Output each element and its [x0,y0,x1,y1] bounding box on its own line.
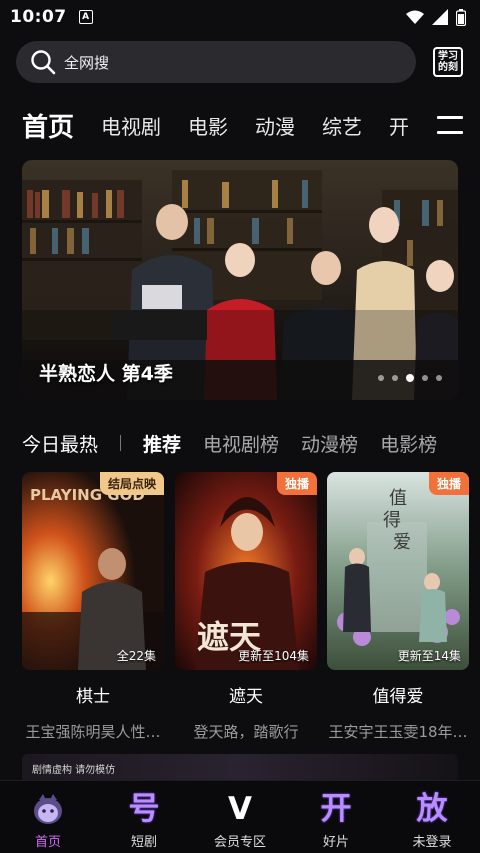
nav-label: 短剧 [130,835,157,850]
poster-image: 遮天 [175,472,317,670]
banner-caption: 半熟恋人 第4季 [39,363,173,385]
category-menu-icon[interactable] [437,116,463,134]
poster-image: 值 得 爱 [327,472,469,670]
study-icon-line1: 学习 [438,51,458,62]
signal-icon [432,9,448,25]
nav-label: 好片 [322,835,349,850]
card-subtitle: 王宝强陈明昊人性… [25,723,161,741]
banner-dot[interactable] [392,375,398,381]
rank-tab-movie-chart[interactable]: 电影榜 [380,430,437,457]
status-bar: 10:07 A [0,0,480,34]
banner-pagination [378,374,442,382]
tab-movies[interactable]: 电影 [188,111,228,140]
search-label: 全网搜 [64,53,110,72]
wifi-icon [406,10,424,24]
rank-title: 今日最热 [22,433,99,456]
tab-more-partial[interactable]: 开 [389,111,409,140]
card-subtitle: 登天路，踏歌行 [193,723,299,741]
vip-icon: V [228,791,252,827]
disclaimer-text: 剧情虚构 请勿模仿 [32,765,116,776]
nav-short-drama[interactable]: 号 短剧 [96,781,192,853]
nav-label: 未登录 [412,835,452,850]
video-poster[interactable]: 遮天 独播 更新至104集 [175,472,317,670]
rank-tab-tv-chart[interactable]: 电视剧榜 [203,430,279,457]
profile-icon: 放 [416,791,448,827]
nav-label: 首页 [34,835,61,850]
episode-count: 更新至104集 [238,649,309,663]
nav-label: 会员专区 [213,835,266,850]
study-icon-line2: 的刻 [438,62,458,73]
svg-text:爱: 爱 [393,532,411,553]
card-badge: 独播 [428,472,469,495]
bottom-nav: 首页 号 短剧 V 会员专区 开 好片 放 未登录 [0,780,480,853]
svg-text:值: 值 [389,488,407,509]
status-icons [406,8,466,26]
video-card[interactable]: 遮天 独播 更新至104集 遮天 登天路，踏歌行 [175,472,317,742]
video-card[interactable]: PLAYING GOD 结局点映 全22集 棋士 王宝强陈明昊人性… [22,472,164,742]
tab-home[interactable]: 首页 [22,107,74,144]
tab-anime[interactable]: 动漫 [255,111,295,140]
episode-count: 全22集 [116,649,156,663]
rank-tab-anime-chart[interactable]: 动漫榜 [301,430,358,457]
card-subtitle: 王安宇王玉雯18年… [328,723,468,741]
search-icon [31,50,56,75]
banner-dot[interactable] [436,375,442,381]
poster-image: PLAYING GOD [22,472,164,670]
status-time: 10:07 [10,7,67,27]
card-title: 值得爱 [372,687,424,707]
episode-count: 更新至14集 [397,649,461,663]
good-films-icon: 开 [320,791,352,827]
card-title: 遮天 [229,687,263,707]
home-mascot-icon [34,794,62,824]
video-poster[interactable]: 值 得 爱 独播 更新至14集 [327,472,469,670]
nav-home[interactable]: 首页 [0,781,96,853]
hero-banner[interactable]: 半熟恋人 第4季 [22,160,458,400]
banner-dot[interactable] [378,375,384,381]
study-moment-icon[interactable]: 学习 的刻 [433,47,463,77]
rank-tab-recommended[interactable]: 推荐 [143,430,181,457]
short-drama-icon: 号 [128,791,160,827]
svg-text:得: 得 [383,510,401,531]
notification-a-icon: A [78,10,93,24]
nav-good-films[interactable]: 开 好片 [288,781,384,853]
rank-divider [120,435,122,451]
next-row-preview[interactable]: 剧情虚构 请勿模仿 [22,754,458,780]
card-badge: 独播 [276,472,317,495]
card-badge: 结局点映 [99,472,164,495]
battery-icon [456,8,466,26]
category-nav: 首页 电视剧 电影 动漫 综艺 开 [0,100,430,150]
tab-tv-series[interactable]: 电视剧 [101,111,161,140]
tab-variety[interactable]: 综艺 [322,111,362,140]
rank-tabs: 今日最热 推荐 电视剧榜 动漫榜 电影榜 [0,425,480,461]
video-card[interactable]: 值 得 爱 独播 更新至14集 值得爱 王安宇王玉雯18年… [327,472,469,742]
nav-profile[interactable]: 放 未登录 [384,781,480,853]
nav-vip[interactable]: V 会员专区 [192,781,288,853]
banner-dot-active[interactable] [406,374,414,382]
video-poster[interactable]: PLAYING GOD 结局点映 全22集 [22,472,164,670]
search-bar[interactable]: 全网搜 [16,41,416,83]
banner-dot[interactable] [422,375,428,381]
card-title: 棋士 [76,687,110,707]
